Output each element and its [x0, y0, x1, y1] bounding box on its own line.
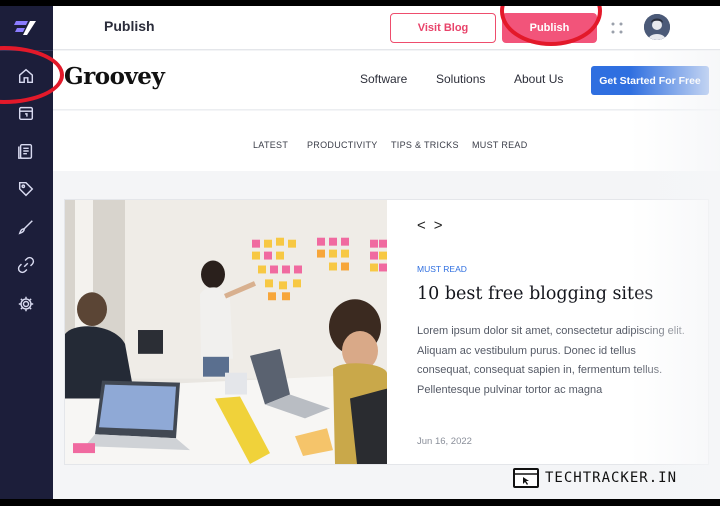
visit-blog-button[interactable]: Visit Blog [390, 13, 496, 43]
nav-link-about[interactable]: About Us [514, 72, 563, 86]
post-date: Jun 16, 2022 [417, 436, 472, 447]
watermark-text: TECHTRACKER.IN [545, 470, 678, 486]
sidebar-item-settings[interactable] [14, 292, 38, 316]
category-tips-tricks[interactable]: TIPS & TRICKS [391, 140, 459, 150]
category-bar: LATEST PRODUCTIVITY TIPS & TRICKS MUST R… [53, 111, 720, 171]
pages-icon [18, 143, 33, 159]
site-logo[interactable]: Groovey [64, 63, 165, 90]
site-preview: Groovey Software Solutions About Us Get … [53, 51, 720, 499]
nav-link-solutions[interactable]: Solutions [436, 72, 485, 86]
category-latest[interactable]: LATEST [253, 140, 288, 150]
link-icon [17, 256, 35, 274]
page-title: Publish [104, 18, 155, 34]
calendar-icon [18, 106, 34, 121]
post-excerpt: Lorem ipsum dolor sit amet, consectetur … [417, 325, 685, 396]
post-tag[interactable]: MUST READ [417, 264, 467, 274]
sidebar-item-pages[interactable] [14, 139, 38, 163]
drag-handle-icon[interactable] [610, 21, 624, 35]
user-avatar-icon [644, 14, 670, 40]
watermark: TECHTRACKER.IN [513, 468, 677, 488]
post-title[interactable]: 10 best free blogging sites [417, 284, 653, 304]
brush-icon [18, 220, 33, 235]
avatar[interactable] [644, 14, 670, 40]
category-must-read[interactable]: MUST READ [472, 140, 528, 150]
chevron-left-icon[interactable]: < [417, 217, 434, 234]
featured-post-card[interactable]: <> MUST READ 10 best free blogging sites… [64, 199, 709, 465]
sidebar-item-tags[interactable] [14, 177, 38, 201]
get-started-button[interactable]: Get Started For Free [591, 66, 709, 95]
gear-icon [18, 296, 34, 312]
sidebar-item-calendar[interactable] [14, 101, 38, 125]
post-body: <> MUST READ 10 best free blogging sites… [387, 200, 708, 464]
top-bar: Publish Visit Blog Publish [53, 6, 720, 50]
post-image [65, 200, 387, 464]
sidebar-item-design[interactable] [14, 215, 38, 239]
nav-link-software[interactable]: Software [360, 72, 407, 86]
carousel-arrows[interactable]: <> [417, 217, 451, 234]
chevron-right-icon[interactable]: > [434, 217, 451, 234]
category-productivity[interactable]: PRODUCTIVITY [307, 140, 378, 150]
tag-icon [18, 181, 34, 197]
browser-cursor-icon [513, 468, 539, 488]
sidebar-item-links[interactable] [14, 253, 38, 277]
app-logo-icon [14, 21, 36, 35]
app-window: Publish Visit Blog Publish Groovey Softw… [0, 6, 720, 499]
site-header: Groovey Software Solutions About Us Get … [53, 51, 720, 110]
